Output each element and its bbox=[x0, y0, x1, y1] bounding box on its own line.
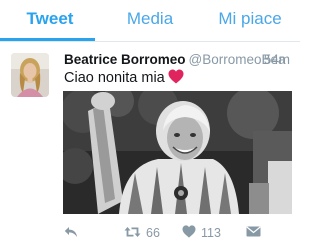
tweet-actions: 66 113 bbox=[0, 222, 300, 244]
profile-tabs: Tweet Media Mi piace bbox=[0, 0, 300, 38]
like-icon bbox=[182, 225, 196, 241]
tweet-header: Beatrice Borromeo @BorromeoBea 54m bbox=[64, 51, 296, 69]
reply-button[interactable] bbox=[64, 222, 78, 244]
tweet-text: Ciao nonita mia bbox=[64, 69, 184, 89]
like-count: 113 bbox=[201, 226, 221, 240]
tweet-text-content: Ciao nonita mia bbox=[64, 70, 165, 86]
retweet-icon bbox=[124, 226, 141, 241]
heart-emoji-icon bbox=[168, 69, 184, 89]
tweet-time[interactable]: 54m bbox=[264, 51, 290, 69]
reply-icon bbox=[64, 226, 78, 241]
tab-tweet[interactable]: Tweet bbox=[0, 0, 100, 38]
tabs-divider bbox=[0, 41, 300, 42]
retweet-button[interactable]: 66 bbox=[124, 222, 160, 244]
author-name[interactable]: Beatrice Borromeo bbox=[64, 52, 186, 67]
tab-media[interactable]: Media bbox=[100, 0, 200, 38]
avatar[interactable] bbox=[11, 53, 49, 97]
direct-message-icon bbox=[246, 226, 261, 240]
like-button[interactable]: 113 bbox=[182, 222, 221, 244]
tweet-photo[interactable] bbox=[63, 91, 292, 214]
retweet-count: 66 bbox=[146, 226, 160, 240]
tab-likes[interactable]: Mi piace bbox=[200, 0, 300, 38]
direct-message-button[interactable] bbox=[246, 222, 261, 244]
